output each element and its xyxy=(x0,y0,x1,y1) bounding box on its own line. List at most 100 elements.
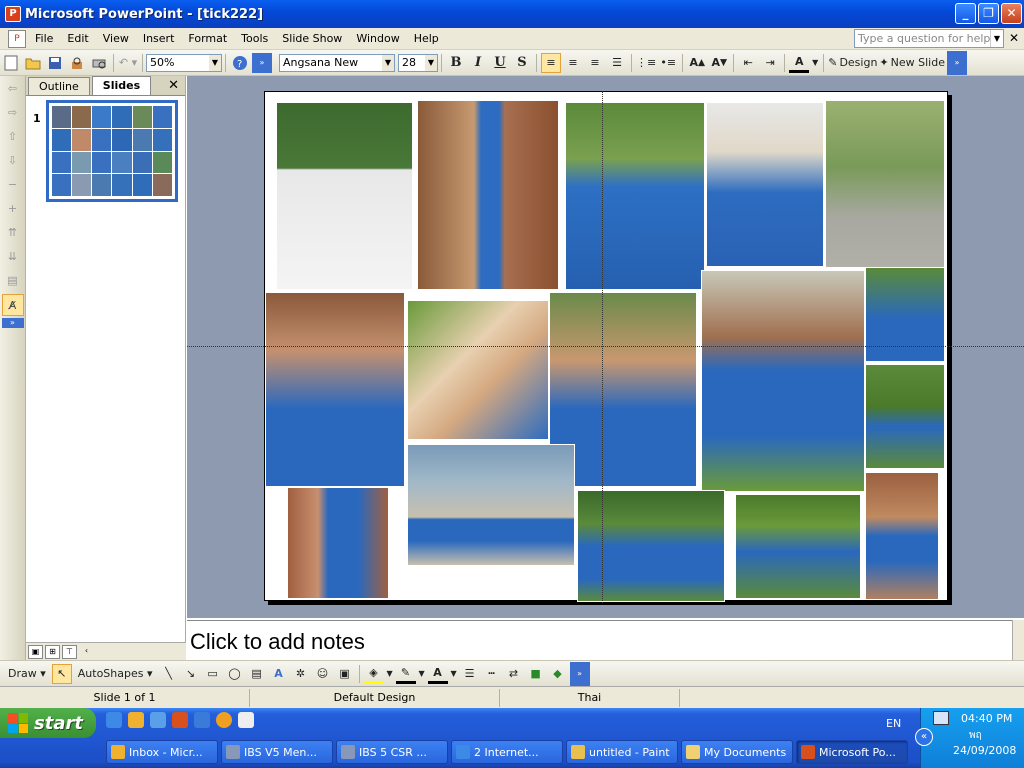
horizontal-guide[interactable] xyxy=(187,346,1024,347)
bold-button[interactable]: B xyxy=(446,53,466,73)
align-left-icon[interactable]: ≡ xyxy=(541,52,561,73)
network-icon[interactable] xyxy=(933,711,949,725)
minimize-button[interactable]: _ xyxy=(955,3,976,24)
slide-show-icon[interactable]: ⊤ xyxy=(62,644,77,659)
new-icon[interactable] xyxy=(1,53,21,73)
photo[interactable] xyxy=(565,102,705,290)
line-color-icon[interactable]: ✎ xyxy=(395,664,416,684)
chevron-down-icon[interactable]: ▼ xyxy=(990,30,1003,47)
scroll-left-icon[interactable]: ‹ xyxy=(79,645,94,659)
print-preview-icon[interactable] xyxy=(89,53,109,73)
fill-color-icon[interactable]: ◈ xyxy=(363,664,384,684)
oval-icon[interactable]: ◯ xyxy=(225,664,245,684)
diagram-icon[interactable]: ✲ xyxy=(291,664,311,684)
open-icon[interactable] xyxy=(23,53,43,73)
chevron-down-icon[interactable]: ▼ xyxy=(386,664,394,684)
slide-sorter-icon[interactable]: ⊞ xyxy=(45,644,60,659)
menu-view[interactable]: View xyxy=(96,30,136,47)
photo[interactable] xyxy=(701,270,865,492)
arrow-style-icon[interactable]: ⇄ xyxy=(504,664,524,684)
notes-pane[interactable]: Click to add notes xyxy=(187,620,1013,660)
shadow-button[interactable]: S xyxy=(512,53,532,73)
show-formatting-icon[interactable]: A̸ xyxy=(1,294,24,316)
decrease-indent-icon[interactable]: ⇤ xyxy=(738,53,758,73)
media-player-icon[interactable] xyxy=(216,712,232,728)
new-slide-button[interactable]: ✦ New Slide xyxy=(879,53,945,73)
restore-button[interactable]: ❐ xyxy=(978,3,999,24)
italic-button[interactable]: I xyxy=(468,53,488,73)
demote-icon[interactable]: ⇨ xyxy=(2,102,24,124)
slide-thumbnail[interactable] xyxy=(46,100,178,202)
wordart-icon[interactable]: A xyxy=(269,664,289,684)
tab-slides[interactable]: Slides xyxy=(91,76,152,95)
chevron-down-icon[interactable]: ▼ xyxy=(811,53,819,73)
photo[interactable] xyxy=(407,300,549,440)
menu-file[interactable]: File xyxy=(28,30,60,47)
chevron-down-icon[interactable]: ▼ xyxy=(425,54,437,71)
messenger-icon[interactable] xyxy=(150,712,166,728)
task-my-documents[interactable]: My Documents xyxy=(681,740,793,764)
move-up-icon[interactable]: ⇧ xyxy=(2,126,24,148)
font-color-icon[interactable]: A xyxy=(427,664,448,684)
clock-time[interactable]: 04:40 PM xyxy=(961,712,1012,725)
zoom-combo[interactable]: 50% ▼ xyxy=(146,53,222,72)
language-indicator[interactable]: EN xyxy=(886,717,901,730)
font-combo[interactable]: Angsana New ▼ xyxy=(279,53,395,72)
menu-window[interactable]: Window xyxy=(349,30,406,47)
internet-explorer-icon[interactable] xyxy=(106,712,122,728)
rectangle-icon[interactable]: ▭ xyxy=(203,664,223,684)
photo[interactable] xyxy=(407,444,575,566)
document-icon[interactable]: P xyxy=(8,29,26,48)
notes-scrollbar[interactable] xyxy=(1012,620,1024,660)
tab-outline[interactable]: Outline xyxy=(28,77,90,95)
start-button[interactable]: start xyxy=(0,708,96,738)
task-paint[interactable]: untitled - Paint xyxy=(566,740,678,764)
task-ibs-v5-men[interactable]: IBS V5 Men... xyxy=(221,740,333,764)
font-color-icon[interactable]: A xyxy=(789,53,810,73)
outlook-icon[interactable] xyxy=(128,712,144,728)
toolbar-options-icon[interactable]: » xyxy=(946,50,967,75)
task-internet[interactable]: 2 Internet... xyxy=(451,740,563,764)
task-powerpoint[interactable]: Microsoft Po... xyxy=(796,740,908,764)
numbering-icon[interactable]: ⋮≡ xyxy=(636,53,656,73)
menu-slide-show[interactable]: Slide Show xyxy=(275,30,349,47)
summary-slide-icon[interactable]: ▤ xyxy=(2,270,24,292)
powerpoint-app-icon[interactable]: P xyxy=(5,6,21,22)
help-icon[interactable]: ? xyxy=(230,53,250,73)
menu-insert[interactable]: Insert xyxy=(136,30,182,47)
task-inbox[interactable]: Inbox - Micr... xyxy=(106,740,218,764)
move-down-icon[interactable]: ⇩ xyxy=(2,150,24,172)
font-size-combo[interactable]: 28 ▼ xyxy=(398,53,438,72)
document-close-icon[interactable]: ✕ xyxy=(1009,31,1019,45)
arrow-icon[interactable]: ↘ xyxy=(181,664,201,684)
save-icon[interactable] xyxy=(45,53,65,73)
3d-style-icon[interactable]: ◆ xyxy=(548,664,568,684)
line-style-icon[interactable]: ☰ xyxy=(460,664,480,684)
photo-icon[interactable] xyxy=(194,712,210,728)
photo[interactable] xyxy=(276,102,413,290)
dash-style-icon[interactable]: ┅ xyxy=(482,664,502,684)
expand-all-icon[interactable]: ⇊ xyxy=(2,246,24,268)
expand-icon[interactable]: + xyxy=(2,198,24,220)
toolbar-options-icon[interactable]: » xyxy=(569,661,590,686)
line-icon[interactable]: ╲ xyxy=(159,664,179,684)
chevron-down-icon[interactable]: ▼ xyxy=(382,54,394,71)
chevron-down-icon[interactable]: ▼ xyxy=(450,664,458,684)
undo-icon[interactable]: ↶ ▾ xyxy=(118,53,138,73)
autoshapes-menu[interactable]: AutoShapes ▾ xyxy=(74,664,157,684)
toolbar-options-icon[interactable]: » xyxy=(252,52,272,73)
photo[interactable] xyxy=(706,102,824,267)
title-bar[interactable]: P Microsoft PowerPoint - [tick222] _ ❐ ✕ xyxy=(0,0,1024,28)
increase-indent-icon[interactable]: ⇥ xyxy=(760,53,780,73)
increase-font-icon[interactable]: A ▲ xyxy=(687,53,707,73)
picture-icon[interactable]: ▣ xyxy=(335,664,355,684)
chevron-down-icon[interactable]: ▼ xyxy=(209,54,221,71)
align-center-icon[interactable]: ≡ xyxy=(563,53,583,73)
menu-help[interactable]: Help xyxy=(407,30,446,47)
photo[interactable] xyxy=(417,100,559,290)
photo[interactable] xyxy=(735,494,861,599)
text-box-icon[interactable]: ▤ xyxy=(247,664,267,684)
justify-icon[interactable]: ☰ xyxy=(607,53,627,73)
collapse-icon[interactable]: − xyxy=(2,174,24,196)
collapse-all-icon[interactable]: ⇈ xyxy=(2,222,24,244)
